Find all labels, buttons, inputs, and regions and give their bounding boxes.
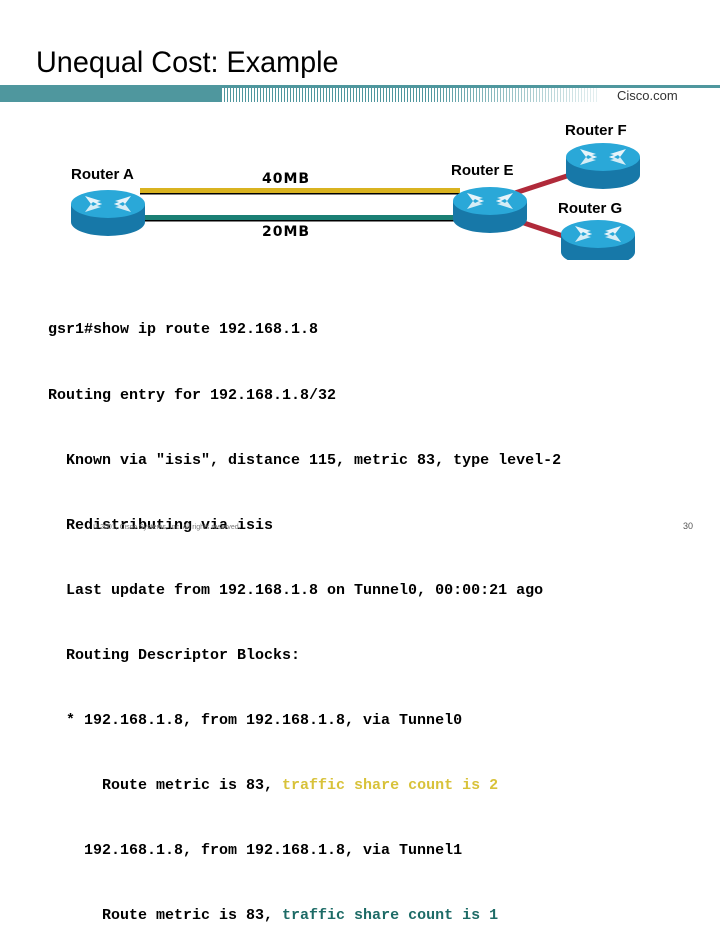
link-20mb <box>140 215 460 222</box>
cli-line-prefix: Route metric is 83, <box>48 777 283 795</box>
link-e-f <box>514 172 571 196</box>
router-a-icon <box>71 190 145 236</box>
link-20mb-label: 20MB <box>262 224 311 240</box>
link-40mb-label: 40MB <box>262 171 311 187</box>
cli-output: gsr1#show ip route 192.168.1.8 Routing e… <box>48 276 561 949</box>
cli-line: Routing entry for 192.168.1.8/32 <box>48 386 337 404</box>
router-e-icon <box>453 187 527 233</box>
cli-line: Last update from 192.168.1.8 on Tunnel0,… <box>48 581 544 599</box>
cli-line: Routing Descriptor Blocks: <box>48 646 301 664</box>
cli-line-highlighted: Route metric is 83, traffic share count … <box>48 775 561 797</box>
traffic-share-highlight-teal: traffic share count is 1 <box>282 907 499 925</box>
link-40mb <box>140 188 460 195</box>
copyright-footer: © 2001, Cisco Systems, Inc. All rights r… <box>93 524 241 531</box>
router-f-label: Router F <box>565 122 627 139</box>
router-g-label: Router G <box>558 200 623 217</box>
router-a-label: Router A <box>71 166 134 183</box>
cli-line: 192.168.1.8, from 192.168.1.8, via Tunne… <box>48 842 463 860</box>
page-number: 30 <box>683 521 694 531</box>
router-e-label: Router E <box>451 162 514 179</box>
cli-line-highlighted: Route metric is 83, traffic share count … <box>48 905 561 927</box>
cli-line: gsr1#show ip route 192.168.1.8 <box>48 321 319 339</box>
cli-line: Known via "isis", distance 115, metric 8… <box>48 451 562 469</box>
cli-line-prefix: Route metric is 83, <box>48 907 283 925</box>
router-f-icon <box>566 143 640 189</box>
router-g-icon <box>561 220 635 260</box>
traffic-share-highlight-gold: traffic share count is 2 <box>282 777 499 795</box>
cli-line: * 192.168.1.8, from 192.168.1.8, via Tun… <box>48 711 463 729</box>
